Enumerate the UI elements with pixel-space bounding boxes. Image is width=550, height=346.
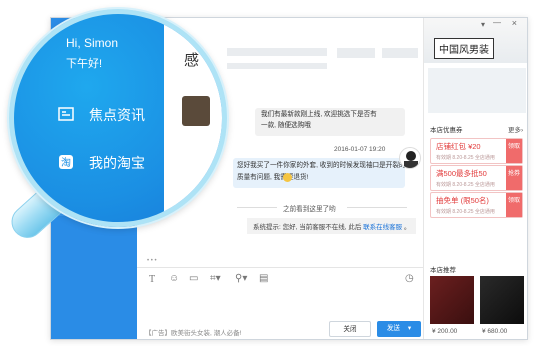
divider-line <box>347 207 407 208</box>
outgoing-message-line2: 质量有问题, 我需要退货! <box>237 174 309 181</box>
coupon-title: 店铺红包 ¥20 <box>436 142 481 151</box>
banner-placeholder <box>428 68 526 113</box>
product-image-belt[interactable] <box>480 276 524 324</box>
system-message: 系统提示: 您好, 当前客服不在线, 此后 联系在线客服 。 <box>247 218 417 234</box>
magnifier-lens: 感 你 Hi, Simon 下午好! 焦点资讯 淘 我的淘宝 <box>9 9 227 227</box>
coupon-card: 店铺红包 ¥20 有效期 8.20-8.25 全店通用 领取 <box>430 138 523 164</box>
incoming-message-line2: 一款, 随便选购哦 <box>261 122 311 129</box>
image-icon[interactable]: ▭ <box>189 273 198 284</box>
zoomed-avatar <box>182 96 210 126</box>
contact-online-service-link[interactable]: 联系在线客服 <box>363 224 402 231</box>
dropdown-control[interactable]: ▾ <box>481 20 485 29</box>
claim-coupon-button[interactable]: 抢券 <box>506 166 522 190</box>
user-avatar <box>399 147 421 169</box>
header-placeholder <box>227 48 327 56</box>
coupon-header: 本店优惠券 <box>430 127 463 134</box>
close-button[interactable]: 关闭 <box>329 321 371 337</box>
send-button-label: 发送 <box>386 325 401 332</box>
zoomed-text: 感 <box>184 52 200 69</box>
coupon-validity: 有效期 8.20-8.25 全店通用 <box>436 209 495 215</box>
taobao-icon[interactable]: 淘 <box>58 154 74 173</box>
outgoing-message-line1: 您好我买了一件你家的外套, 收到的时候发现袖口是开裂的, <box>237 162 408 169</box>
recommend-header: 本店推荐 <box>430 267 456 274</box>
coupon-card: 满500最多抵50 有效期 8.20-8.25 全店通用 抢券 <box>430 165 523 191</box>
nav-item-focus-news[interactable]: 焦点资讯 <box>89 105 145 125</box>
history-divider: 之前看到这里了哟 <box>283 206 336 213</box>
close-window-button[interactable]: × <box>512 18 517 28</box>
system-message-suffix: 。 <box>403 224 411 231</box>
font-icon[interactable]: T <box>149 274 155 285</box>
brand-title: 中国风男装 <box>434 38 494 59</box>
claim-coupon-button[interactable]: 领取 <box>506 139 522 163</box>
stage: 我们有最新款刚上线, 欢迎挑选下是否有 一款, 随便选购哦 2016-01-07… <box>0 0 550 346</box>
nav-item-my-taobao[interactable]: 我的淘宝 <box>89 153 145 173</box>
system-message-text: 系统提示: 您好, 当前客服不在线, 此后 <box>253 224 362 231</box>
incoming-message-line1: 我们有最新款刚上线, 欢迎挑选下是否有 <box>261 111 377 118</box>
coupon-validity: 有效期 8.20-8.25 全店通用 <box>436 182 495 188</box>
send-button[interactable]: 发送 ▾ <box>377 321 421 337</box>
coupon-card: 抽免单 (限50名) 有效期 8.20-8.25 全店通用 领取 <box>430 192 523 218</box>
emoji-picker-icon[interactable]: ☺ <box>169 273 179 284</box>
screenshot-icon[interactable]: ⌗▾ <box>210 273 221 284</box>
product-price: ¥ 680.00 <box>482 328 508 335</box>
product-image-shoes[interactable] <box>430 276 474 324</box>
header-placeholder <box>227 63 327 69</box>
input-separator <box>137 267 423 268</box>
message-timestamp: 2016-01-07 19:20 <box>334 146 386 153</box>
history-clock-icon[interactable]: ◷ <box>405 273 414 284</box>
coupon-title: 抽免单 (限50名) <box>436 196 489 205</box>
audio-icon[interactable]: ▤ <box>259 273 268 284</box>
header-placeholder <box>337 48 375 58</box>
coupon-title: 满500最多抵50 <box>436 169 487 178</box>
divider-line <box>237 207 277 208</box>
greeting-text: Hi, Simon <box>66 36 119 50</box>
claim-coupon-button[interactable]: 领取 <box>506 193 522 217</box>
greeting-subtitle: 下午好! <box>66 58 103 70</box>
more-dots: • • • <box>147 258 157 264</box>
zoomed-text: 你 <box>204 174 218 190</box>
emoji-icon <box>283 173 292 182</box>
shop-panel: 中国风男装 本店优惠券 更多› 店铺红包 ¥20 有效期 8.20-8.25 全… <box>423 18 527 339</box>
ad-text[interactable]: 【广告】欧美街头女装, 潮人必备! <box>145 327 241 337</box>
tool-icon[interactable]: ⚲▾ <box>235 273 247 284</box>
product-price: ¥ 200.00 <box>432 328 458 335</box>
header-placeholder <box>382 48 418 58</box>
minimize-button[interactable]: — <box>493 18 501 27</box>
news-icon[interactable] <box>58 106 74 125</box>
send-options-arrow[interactable]: ▾ <box>408 325 411 332</box>
coupon-more-link[interactable]: 更多› <box>508 124 523 134</box>
coupon-validity: 有效期 8.20-8.25 全店通用 <box>436 155 495 161</box>
svg-text:淘: 淘 <box>61 156 71 169</box>
